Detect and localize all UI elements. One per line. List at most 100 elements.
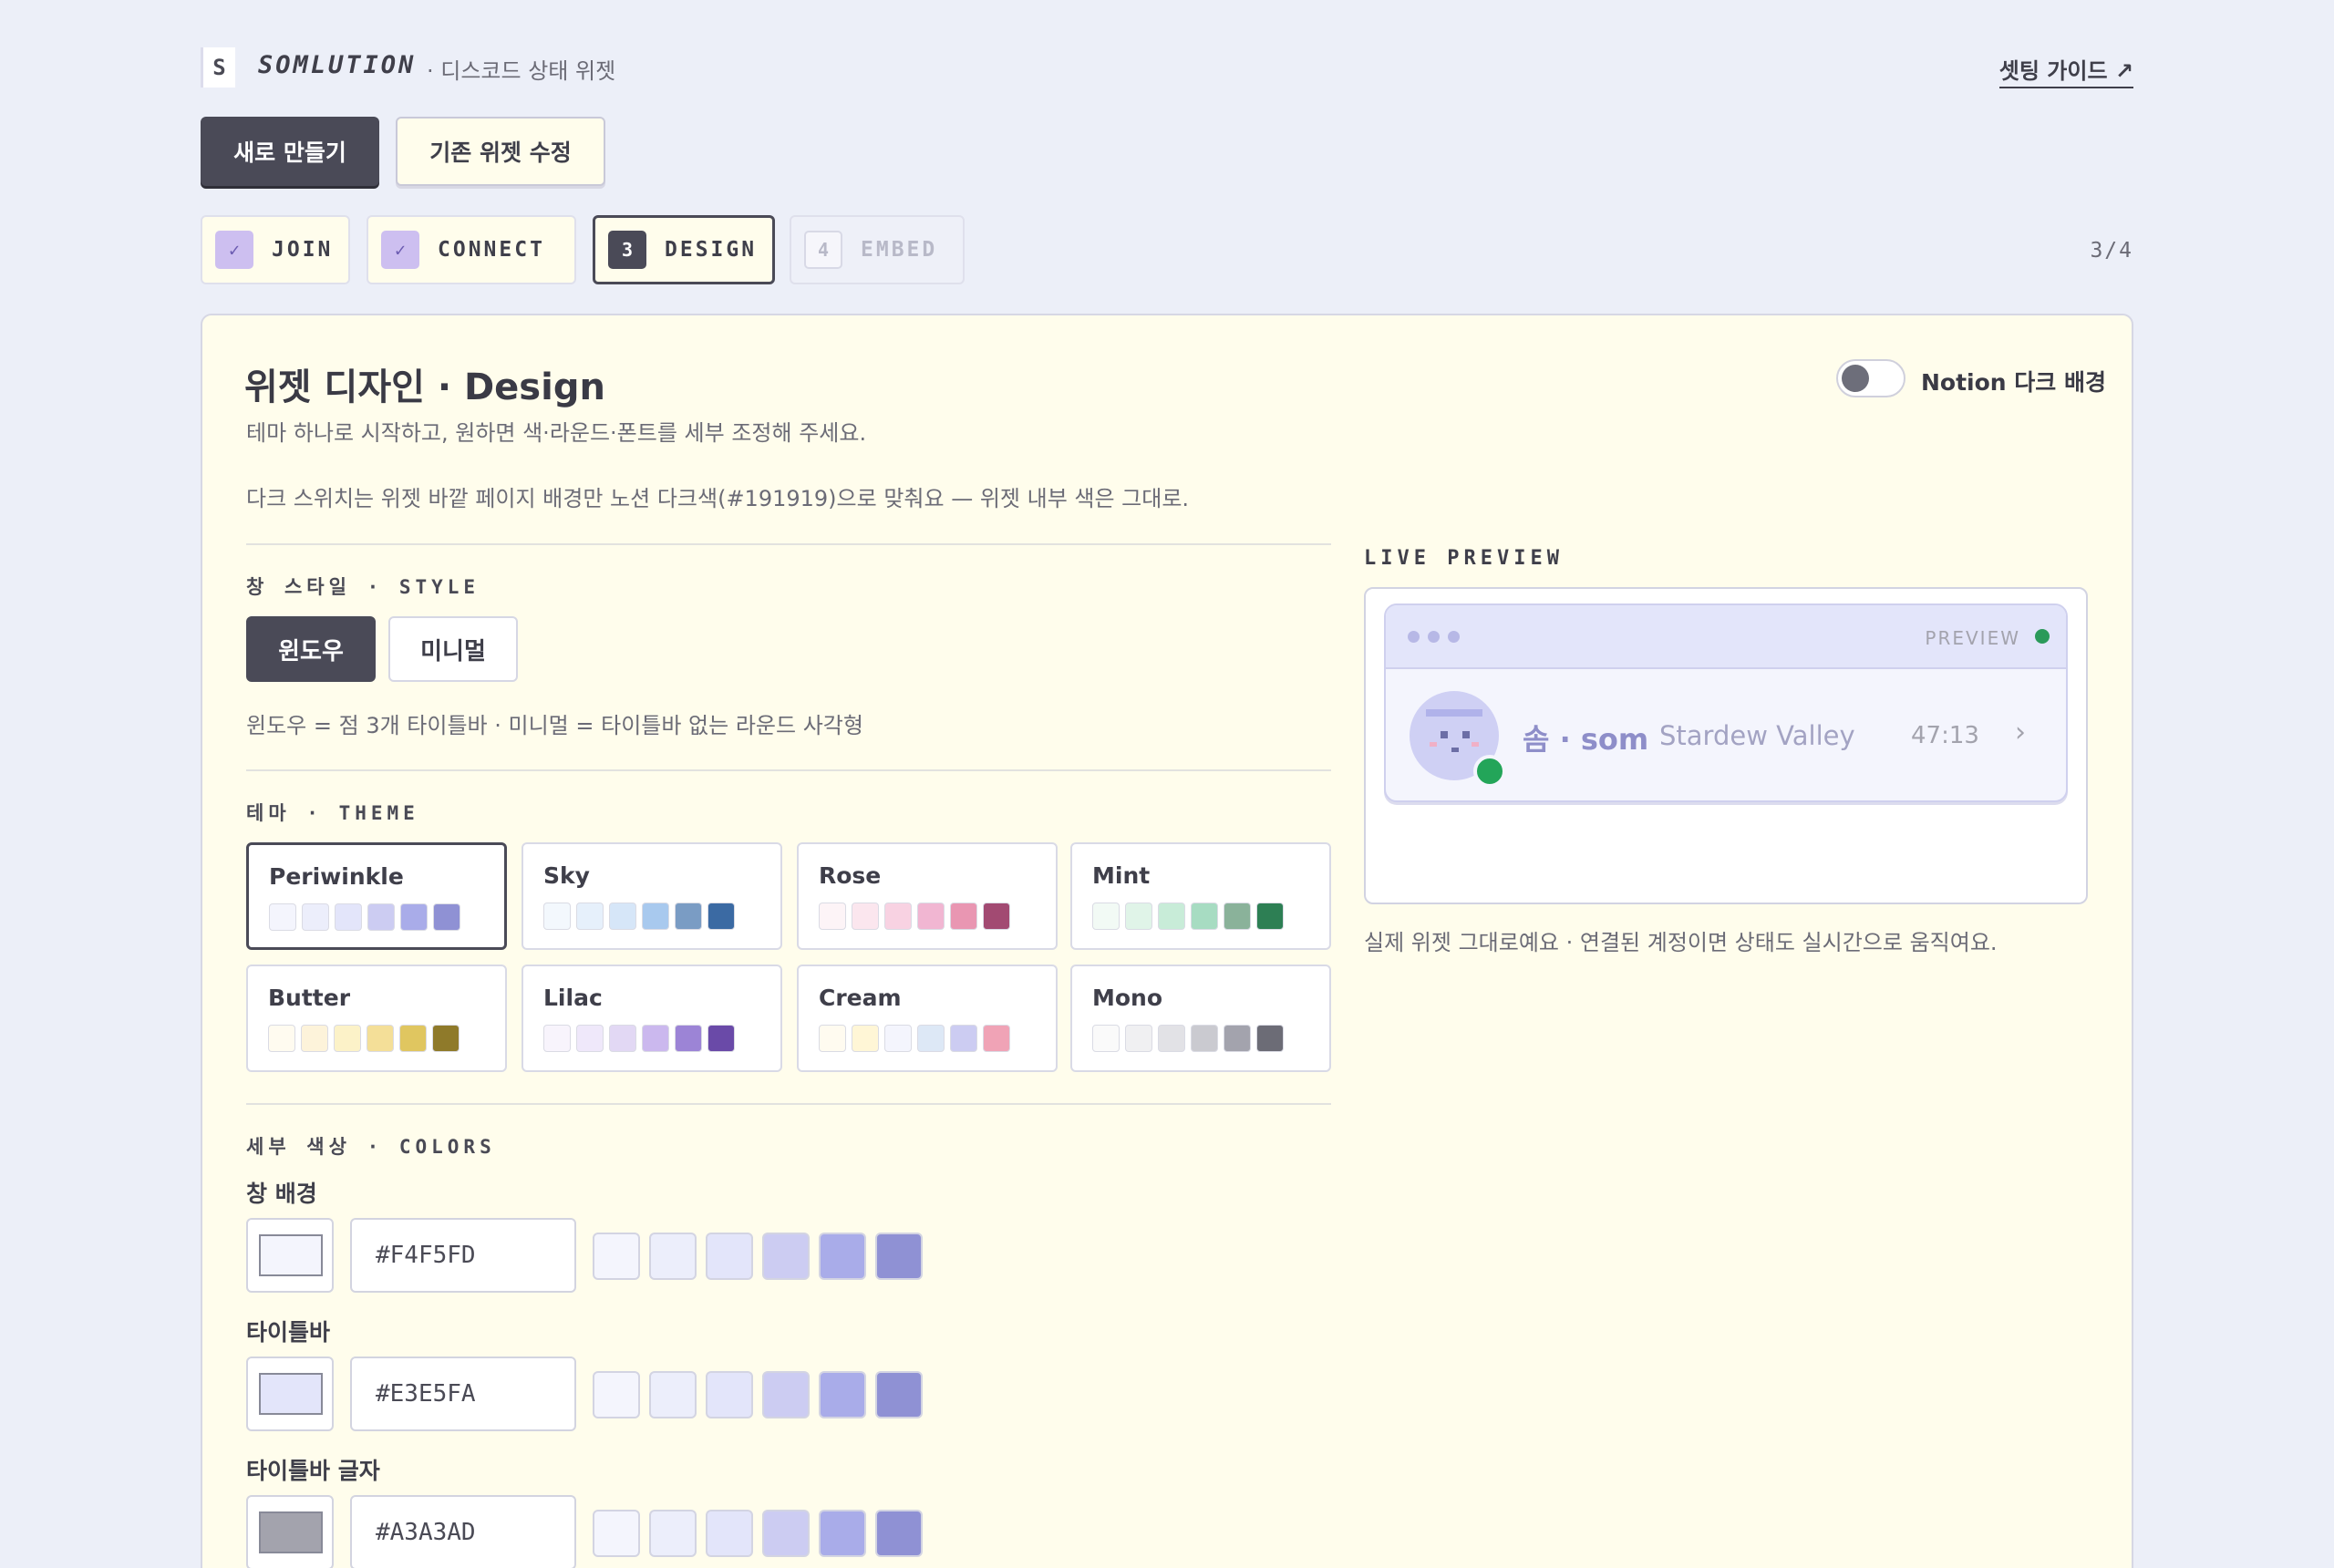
palette-swatch[interactable]: [649, 1371, 697, 1418]
theme-swatch: [269, 903, 296, 931]
theme-name: Lilac: [543, 985, 603, 1011]
theme-swatch: [1125, 903, 1152, 930]
theme-name: Mint: [1092, 862, 1151, 889]
theme-swatch: [852, 1025, 879, 1052]
palette-swatch[interactable]: [706, 1510, 753, 1557]
edit-widget-button[interactable]: 기존 위젯 수정: [396, 117, 605, 186]
theme-swatch: [1158, 1025, 1185, 1052]
theme-swatch: [707, 903, 735, 930]
preview-username: 솜 · som: [1523, 722, 1649, 757]
theme-card-mono[interactable]: Mono: [1070, 965, 1331, 1072]
style-minimal-button[interactable]: 미니멀: [388, 616, 518, 682]
theme-swatch: [642, 1025, 669, 1052]
theme-swatch: [642, 903, 669, 930]
style-section-label: 창 스타일 · STYLE: [246, 576, 480, 598]
style-note: 윈도우 = 점 3개 타이틀바 · 미니멀 = 타이틀바 없는 라운드 사각형: [246, 713, 863, 738]
palette-swatch[interactable]: [819, 1510, 866, 1557]
preview-widget: PREVIEW 솜 · som Stardew Valley 47:13 ›: [1384, 603, 2068, 802]
theme-card-sky[interactable]: Sky: [522, 842, 782, 950]
theme-swatch: [400, 903, 428, 931]
theme-card-mint[interactable]: Mint: [1070, 842, 1331, 950]
theme-card-lilac[interactable]: Lilac: [522, 965, 782, 1072]
theme-name: Mono: [1092, 985, 1163, 1011]
theme-swatch: [301, 1025, 328, 1052]
brand-subtitle: · 디스코드 상태 위젯: [427, 58, 616, 84]
preview-note: 실제 위젯 그대로예요 · 연결된 계정이면 상태도 실시간으로 움직여요.: [1364, 930, 1998, 955]
step-design[interactable]: 3 DESIGN: [593, 215, 775, 284]
hex-color-input[interactable]: #E3E5FA: [350, 1357, 576, 1431]
theme-swatch: [1092, 1025, 1120, 1052]
theme-swatch: [543, 903, 571, 930]
live-indicator-icon: [2035, 629, 2050, 644]
color-picker-button[interactable]: [246, 1218, 334, 1293]
new-widget-button[interactable]: 새로 만들기: [201, 117, 379, 186]
theme-swatch: [334, 1025, 361, 1052]
palette-swatch[interactable]: [819, 1233, 866, 1280]
chevron-right-icon: ›: [2015, 717, 2026, 748]
dark-switch-description: 다크 스위치는 위젯 바깥 페이지 배경만 노션 다크색(#191919)으로 …: [246, 486, 1190, 511]
palette-swatch[interactable]: [875, 1371, 923, 1418]
theme-swatch: [819, 1025, 846, 1052]
theme-swatch: [1256, 903, 1284, 930]
page-title: 위젯 디자인 · Design: [244, 366, 605, 408]
palette-swatch[interactable]: [875, 1510, 923, 1557]
color-picker-button[interactable]: [246, 1495, 334, 1568]
toggle-knob: [1842, 365, 1869, 392]
theme-swatch: [950, 1025, 977, 1052]
theme-swatch: [367, 1025, 394, 1052]
theme-swatch: [983, 903, 1010, 930]
palette-swatch[interactable]: [762, 1510, 810, 1557]
palette-swatch[interactable]: [593, 1510, 640, 1557]
theme-card-cream[interactable]: Cream: [797, 965, 1058, 1072]
step-embed[interactable]: 4 EMBED: [790, 215, 965, 284]
color-field-label: 타이틀바: [246, 1319, 331, 1346]
theme-swatch: [1224, 903, 1251, 930]
step-counter: 3/4: [2090, 239, 2133, 263]
setting-guide-link[interactable]: 셋팅 가이드 ↗: [1998, 53, 2133, 88]
palette-swatch[interactable]: [819, 1371, 866, 1418]
palette-swatch[interactable]: [706, 1233, 753, 1280]
theme-swatch: [884, 1025, 912, 1052]
theme-swatch: [675, 903, 702, 930]
theme-card-butter[interactable]: Butter: [246, 965, 507, 1072]
palette-swatch[interactable]: [762, 1371, 810, 1418]
theme-swatch: [543, 1025, 571, 1052]
theme-card-rose[interactable]: Rose: [797, 842, 1058, 950]
style-window-button[interactable]: 윈도우: [246, 616, 376, 682]
theme-swatch: [609, 1025, 636, 1052]
titlebar-dot-icon: [1448, 631, 1460, 643]
palette-swatch[interactable]: [649, 1510, 697, 1557]
live-preview-label: LIVE PREVIEW: [1364, 547, 1564, 570]
theme-name: Cream: [819, 985, 902, 1011]
preview-elapsed-time: 47:13: [1911, 722, 1979, 749]
hex-color-input[interactable]: #A3A3AD: [350, 1495, 576, 1568]
hex-color-input[interactable]: #F4F5FD: [350, 1218, 576, 1293]
color-field-label: 타이틀바 글자: [246, 1458, 380, 1484]
theme-swatch: [399, 1025, 427, 1052]
step-join[interactable]: ✓ JOIN: [201, 215, 350, 284]
theme-swatch: [433, 903, 460, 931]
check-icon: ✓: [381, 231, 419, 269]
theme-name: Sky: [543, 862, 590, 889]
palette-swatch[interactable]: [649, 1233, 697, 1280]
color-picker-button[interactable]: [246, 1357, 334, 1431]
palette-swatch[interactable]: [706, 1371, 753, 1418]
theme-card-periwinkle[interactable]: Periwinkle: [246, 842, 507, 950]
theme-swatch: [302, 903, 329, 931]
step-connect[interactable]: ✓ CONNECT: [367, 215, 576, 284]
preview-tag: PREVIEW: [1925, 627, 2020, 649]
notion-dark-toggle[interactable]: [1836, 359, 1905, 397]
theme-swatch: [576, 903, 604, 930]
step-number: 4: [804, 231, 842, 269]
palette-swatch[interactable]: [593, 1371, 640, 1418]
notion-dark-toggle-label: Notion 다크 배경: [1921, 369, 2106, 396]
design-description: 테마 하나로 시작하고, 원하면 색·라운드·폰트를 세부 조정해 주세요.: [246, 420, 867, 446]
theme-swatch: [1158, 903, 1185, 930]
palette-swatch[interactable]: [875, 1233, 923, 1280]
theme-swatch: [367, 903, 395, 931]
theme-name: Butter: [268, 985, 351, 1011]
logo: S: [201, 47, 235, 88]
palette-swatch[interactable]: [762, 1233, 810, 1280]
theme-swatch: [1092, 903, 1120, 930]
palette-swatch[interactable]: [593, 1233, 640, 1280]
